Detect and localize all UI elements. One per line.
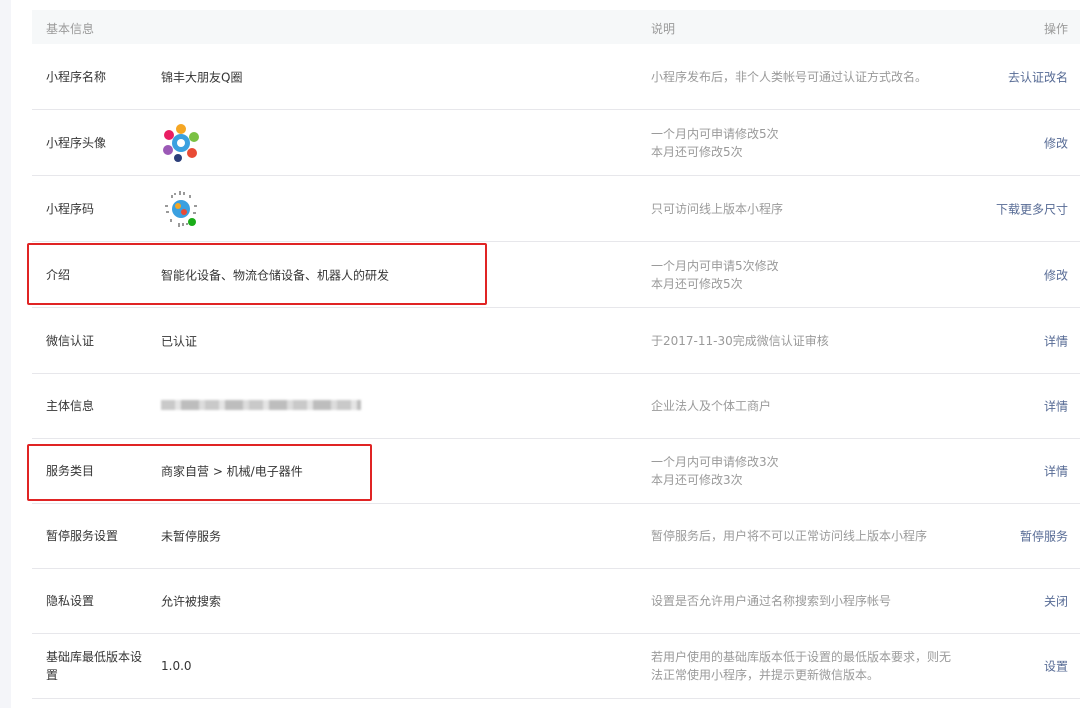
desc-line-1: 于2017-11-30完成微信认证审核	[651, 333, 829, 348]
header-basic-info: 基本信息	[46, 22, 95, 36]
row-label: 隐私设置	[46, 593, 95, 608]
row-label: 服务类目	[46, 463, 95, 478]
blurred-entity-name	[161, 399, 361, 413]
row-privacy-settings: 隐私设置 允许被搜索 设置是否允许用户通过名称搜索到小程序帐号 关闭	[32, 568, 1080, 634]
desc-line-1: 小程序发布后，非个人类帐号可通过认证方式改名。	[651, 69, 928, 84]
row-entity-info: 主体信息 企业法人及个体工商户 详情	[32, 373, 1080, 439]
set-min-version-link[interactable]: 设置	[1044, 657, 1068, 674]
row-description: 只可访问线上版本小程序	[651, 200, 951, 218]
row-mini-program-code: 小程序码 只可访问线上版本小程序 下载更多尺寸	[32, 176, 1080, 242]
row-label: 小程序码	[46, 201, 95, 216]
row-description: 一个月内可申请修改3次 本月还可修改3次	[651, 453, 951, 489]
row-description: 企业法人及个体工商户	[651, 397, 951, 415]
row-description: 暂停服务后，用户将不可以正常访问线上版本小程序	[651, 527, 951, 545]
row-label: 主体信息	[46, 398, 95, 413]
desc-line-1: 只可访问线上版本小程序	[651, 201, 784, 216]
verification-details-link[interactable]: 详情	[1044, 332, 1068, 349]
category-details-link[interactable]: 详情	[1044, 462, 1068, 479]
modify-intro-link[interactable]: 修改	[1044, 266, 1068, 283]
entity-details-link[interactable]: 详情	[1044, 397, 1068, 414]
table-header: 基本信息 说明 操作	[32, 10, 1080, 44]
row-value: 锦丰大朋友Q圈	[161, 70, 243, 84]
desc-line-2: 法正常使用小程序，并提示更新微信版本。	[651, 667, 880, 682]
row-label: 基础库最低版本设置	[46, 649, 143, 682]
settings-panel: 基本信息 说明 操作 小程序名称 锦丰大朋友Q圈 小程序发布后，非个人类帐号可通…	[11, 0, 1080, 708]
row-min-lib-version: 基础库最低版本设置 1.0.0 若用户使用的基础库版本低于设置的最低版本要求，则…	[32, 633, 1080, 699]
privacy-close-link[interactable]: 关闭	[1044, 592, 1068, 609]
row-value: 商家自营 > 机械/电子器件	[161, 464, 303, 478]
row-service-category: 服务类目 商家自营 > 机械/电子器件 一个月内可申请修改3次 本月还可修改3次…	[32, 438, 1080, 504]
row-description: 一个月内可申请修改5次 本月还可修改5次	[651, 125, 951, 161]
mini-program-code-image	[165, 190, 197, 227]
row-label: 小程序名称	[46, 69, 107, 84]
row-description: 一个月内可申请5次修改 本月还可修改5次	[651, 257, 951, 293]
row-mini-program-avatar: 小程序头像 一个月内可申请修改5次 本月还可修改5次 修改	[32, 110, 1080, 176]
desc-line-2: 本月还可修改5次	[651, 144, 743, 159]
modify-avatar-link[interactable]: 修改	[1044, 134, 1068, 151]
row-label: 介绍	[46, 267, 71, 282]
row-description: 若用户使用的基础库版本低于设置的最低版本要求，则无 法正常使用小程序，并提示更新…	[651, 648, 951, 684]
desc-line-1: 一个月内可申请修改5次	[651, 126, 779, 141]
desc-line-1: 一个月内可申请5次修改	[651, 258, 779, 273]
row-label: 微信认证	[46, 333, 95, 348]
download-more-sizes-link[interactable]: 下载更多尺寸	[996, 200, 1068, 217]
row-label: 小程序头像	[46, 135, 107, 150]
desc-line-2: 本月还可修改5次	[651, 276, 743, 291]
row-pause-service: 暂停服务设置 未暂停服务 暂停服务后，用户将不可以正常访问线上版本小程序 暂停服…	[32, 503, 1080, 569]
row-value: 智能化设备、物流仓储设备、机器人的研发	[161, 268, 390, 282]
row-mini-program-name: 小程序名称 锦丰大朋友Q圈 小程序发布后，非个人类帐号可通过认证方式改名。 去认…	[32, 44, 1080, 110]
desc-line-1: 若用户使用的基础库版本低于设置的最低版本要求，则无	[651, 649, 952, 664]
avatar-logo-image	[163, 123, 199, 162]
desc-line-1: 企业法人及个体工商户	[651, 398, 772, 413]
row-value: 允许被搜索	[161, 594, 222, 608]
row-introduction: 介绍 智能化设备、物流仓储设备、机器人的研发 一个月内可申请5次修改 本月还可修…	[32, 242, 1080, 308]
desc-line-1: 暂停服务后，用户将不可以正常访问线上版本小程序	[651, 528, 928, 543]
pause-service-link[interactable]: 暂停服务	[1020, 527, 1068, 544]
desc-line-2: 本月还可修改3次	[651, 472, 743, 487]
row-description: 设置是否允许用户通过名称搜索到小程序帐号	[651, 592, 951, 610]
row-wechat-verification: 微信认证 已认证 于2017-11-30完成微信认证审核 详情	[32, 308, 1080, 374]
desc-line-1: 一个月内可申请修改3次	[651, 454, 779, 469]
row-description: 于2017-11-30完成微信认证审核	[651, 332, 951, 350]
row-label: 暂停服务设置	[46, 528, 119, 543]
header-actions: 操作	[1043, 22, 1068, 36]
row-value: 已认证	[161, 334, 198, 348]
row-description: 小程序发布后，非个人类帐号可通过认证方式改名。	[651, 68, 951, 86]
header-description: 说明	[651, 22, 676, 36]
row-value: 1.0.0	[161, 658, 192, 673]
desc-line-1: 设置是否允许用户通过名称搜索到小程序帐号	[651, 593, 892, 608]
verify-rename-link[interactable]: 去认证改名	[1008, 68, 1068, 85]
row-value: 未暂停服务	[161, 529, 222, 543]
